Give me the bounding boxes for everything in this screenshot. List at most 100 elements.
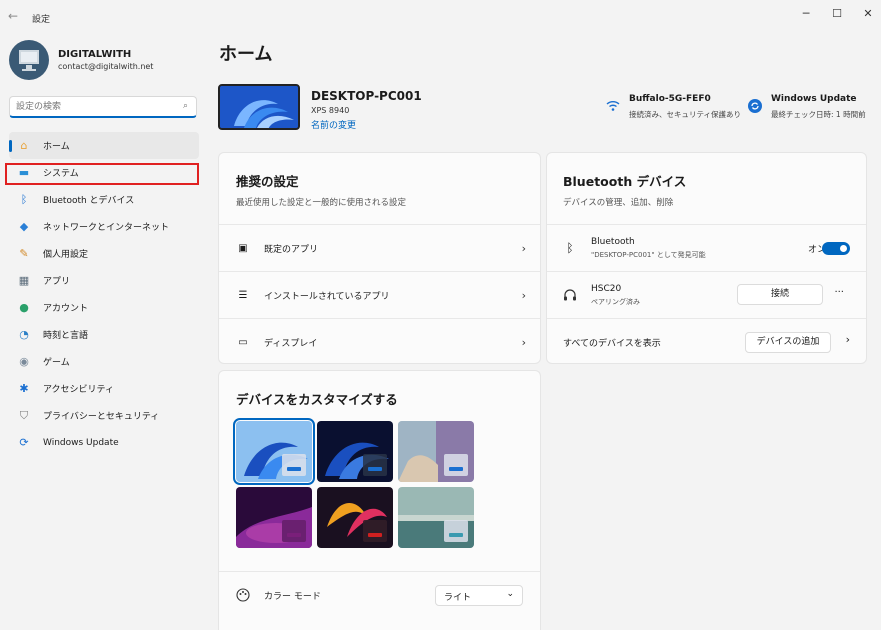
- headset-status: ペアリング済み: [591, 298, 640, 306]
- update-status[interactable]: Windows Update 最終チェック日時: 1 時間前: [747, 94, 872, 124]
- color-mode-row: カラー モード ライト ⌄: [219, 571, 540, 618]
- customize-title: デバイスをカスタマイズする: [236, 392, 398, 407]
- sidebar-item-label: アプリ: [43, 277, 71, 287]
- list-icon: ☰: [238, 289, 248, 301]
- bluetooth-icon: ᛒ: [566, 241, 574, 255]
- bluetooth-icon: ᛒ: [20, 193, 28, 206]
- sidebar-item-label: Bluetooth とデバイス: [43, 196, 135, 206]
- chevron-right-icon: ›: [521, 241, 526, 255]
- palette-icon: [236, 588, 250, 602]
- gamepad-icon: ◉: [19, 355, 29, 368]
- sidebar-item-9[interactable]: ✱ アクセシビリティ: [9, 375, 199, 402]
- customize-card: デバイスをカスタマイズする カラー モード ライト ⌄: [218, 370, 541, 630]
- chevron-right-icon: ›: [521, 335, 526, 349]
- bluetooth-devices-card: Bluetooth デバイス デバイスの管理、追加、削除 ᛒ Bluetooth…: [546, 152, 867, 364]
- color-mode-select[interactable]: ライト ⌄: [435, 585, 523, 606]
- theme-thumbnail[interactable]: [317, 421, 393, 482]
- user-name: DIGITALWITH: [58, 49, 132, 60]
- theme-thumbnail[interactable]: [233, 418, 315, 485]
- bluetooth-discoverable: "DESKTOP-PC001" として発見可能: [591, 251, 706, 259]
- user-email: contact@digitalwith.net: [58, 62, 154, 71]
- highlight-box: [5, 163, 199, 185]
- sidebar-item-11[interactable]: ⟳ Windows Update: [9, 429, 199, 456]
- wifi-name: Buffalo-5G-FEF0: [629, 94, 711, 104]
- search-icon[interactable]: ⌕: [183, 101, 188, 111]
- wifi-state: 接続済み、セキュリティ保護あり: [629, 110, 742, 119]
- bluetooth-toggle[interactable]: [822, 242, 850, 255]
- theme-thumbnail[interactable]: [236, 487, 312, 548]
- device-name: DESKTOP-PC001: [311, 89, 422, 103]
- minimize-button[interactable]: ─: [789, 6, 823, 22]
- close-button[interactable]: ✕: [851, 6, 881, 22]
- headset-row: HSC20 ペアリング済み 接続 ···: [547, 271, 866, 318]
- sidebar-item-label: ホーム: [43, 142, 70, 152]
- sidebar-item-label: ネットワークとインターネット: [43, 223, 170, 233]
- theme-thumbnail[interactable]: [398, 487, 474, 548]
- wifi-icon: [606, 101, 620, 111]
- update-last-check: 最終チェック日時: 1 時間前: [771, 110, 866, 119]
- wifi-status[interactable]: Buffalo-5G-FEF0 接続済み、セキュリティ保護あり: [605, 94, 742, 124]
- headset-name: HSC20: [591, 284, 622, 294]
- connect-button[interactable]: 接続: [737, 284, 823, 305]
- back-arrow-icon[interactable]: ←: [8, 10, 22, 22]
- chevron-down-icon: ⌄: [506, 589, 514, 599]
- theme-thumbnail[interactable]: [398, 421, 474, 482]
- sidebar-item-7[interactable]: ◔ 時刻と言語: [9, 321, 199, 348]
- network-icon: ◆: [19, 220, 29, 233]
- installed-apps-label: インストールされているアプリ: [264, 291, 390, 302]
- recommended-subtitle: 最近使用した設定と一般的に使用される設定: [236, 198, 407, 208]
- device-thumbnail: [218, 84, 300, 130]
- sidebar-item-label: 時刻と言語: [43, 331, 89, 341]
- sidebar-item-label: 個人用設定: [43, 250, 89, 260]
- update-title: Windows Update: [771, 94, 857, 104]
- sidebar-item-label: アカウント: [43, 304, 89, 314]
- avatar[interactable]: [9, 40, 49, 80]
- sidebar-item-2[interactable]: ᛒ Bluetooth とデバイス: [9, 186, 199, 213]
- more-options-button[interactable]: ···: [834, 287, 844, 298]
- laptop-icon: ▭: [238, 336, 248, 348]
- sidebar-item-label: アクセシビリティ: [43, 385, 115, 395]
- sidebar-item-label: Windows Update: [43, 437, 119, 448]
- recommended-settings-card: 推奨の設定 最近使用した設定と一般的に使用される設定 ▣ 既定のアプリ › ☰ …: [218, 152, 541, 364]
- sidebar-item-4[interactable]: ✎ 個人用設定: [9, 240, 199, 267]
- device-model: XPS 8940: [311, 106, 350, 115]
- headphones-icon: [563, 288, 577, 302]
- sidebar-item-label: プライバシーとセキュリティ: [43, 412, 160, 422]
- sidebar-item-3[interactable]: ◆ ネットワークとインターネット: [9, 213, 199, 240]
- rename-link[interactable]: 名前の変更: [311, 118, 356, 131]
- all-devices-row[interactable]: すべてのデバイスを表示 デバイスの追加 ›: [547, 318, 866, 365]
- shield-icon: ⛉: [19, 408, 29, 422]
- default-apps-icon: ▣: [238, 242, 248, 254]
- sidebar-item-5[interactable]: ▦ アプリ: [9, 267, 199, 294]
- account-icon: ●: [19, 301, 29, 314]
- clock-globe-icon: ◔: [19, 328, 29, 341]
- sidebar-item-6[interactable]: ● アカウント: [9, 294, 199, 321]
- windows-update-icon: ⟳: [19, 436, 29, 449]
- display-label: ディスプレイ: [264, 338, 318, 349]
- bluetooth-label: Bluetooth: [591, 237, 635, 247]
- title-bar: ← 設定 ─ ☐ ✕: [0, 0, 881, 32]
- search-input[interactable]: [16, 100, 176, 114]
- sidebar-item-8[interactable]: ◉ ゲーム: [9, 348, 199, 375]
- page-title: ホーム: [219, 44, 273, 65]
- add-device-button[interactable]: デバイスの追加: [745, 332, 831, 353]
- maximize-button[interactable]: ☐: [820, 6, 854, 22]
- app-title: 設定: [32, 15, 51, 25]
- windows-update-icon: [748, 99, 762, 113]
- default-apps-label: 既定のアプリ: [264, 244, 319, 255]
- recommended-title: 推奨の設定: [236, 174, 299, 189]
- sidebar-item-0[interactable]: ⌂ ホーム: [9, 132, 199, 159]
- theme-thumbnail[interactable]: [317, 487, 393, 548]
- display-row[interactable]: ▭ ディスプレイ ›: [219, 318, 540, 365]
- bluetooth-card-subtitle: デバイスの管理、追加、削除: [563, 198, 674, 208]
- accessibility-icon: ✱: [19, 382, 29, 395]
- color-mode-value: ライト: [444, 593, 472, 603]
- default-apps-row[interactable]: ▣ 既定のアプリ ›: [219, 224, 540, 271]
- monitor-icon: [19, 50, 39, 64]
- bluetooth-row: ᛒ Bluetooth "DESKTOP-PC001" として発見可能 オン: [547, 224, 866, 271]
- installed-apps-row[interactable]: ☰ インストールされているアプリ ›: [219, 271, 540, 318]
- sidebar-item-10[interactable]: ⛉ プライバシーとセキュリティ: [9, 402, 199, 429]
- search-box[interactable]: ⌕: [9, 96, 197, 118]
- chevron-right-icon: ›: [521, 288, 526, 302]
- sidebar-item-label: ゲーム: [43, 358, 70, 368]
